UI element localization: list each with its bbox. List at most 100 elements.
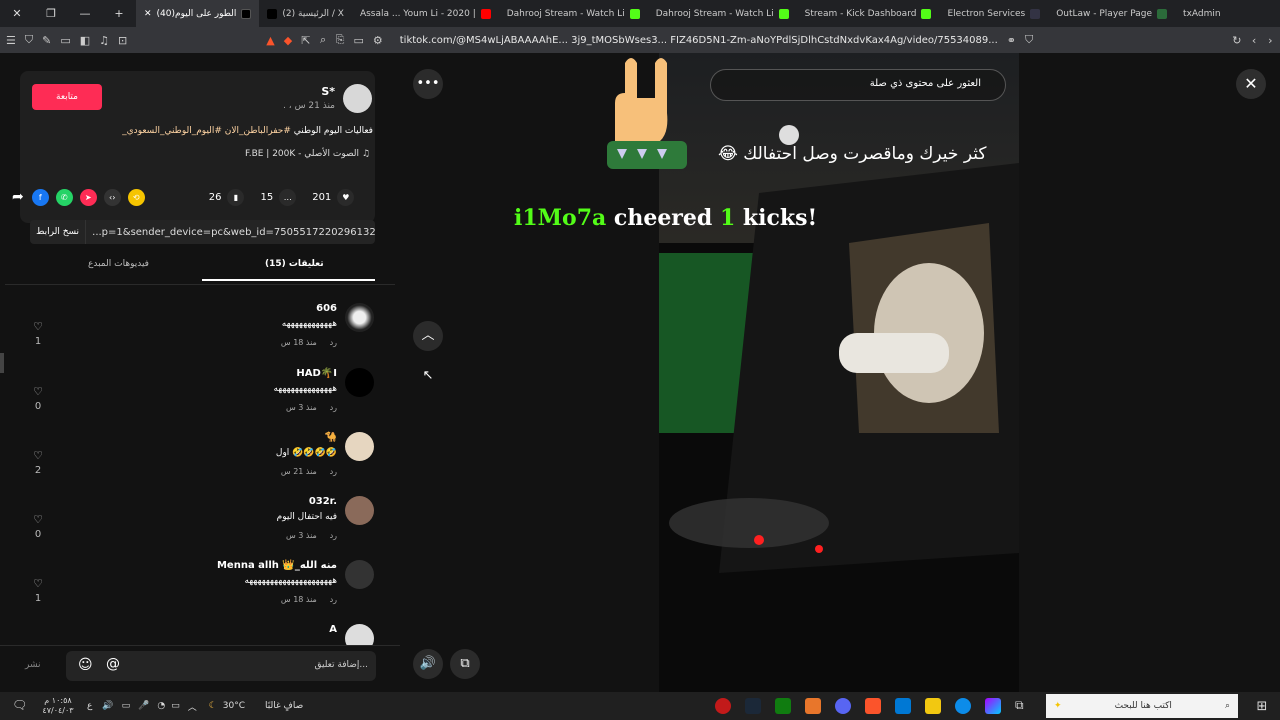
reply-button[interactable]: رد <box>330 338 337 347</box>
commenter-name[interactable]: 032r. <box>309 496 337 507</box>
previous-video-icon[interactable]: ︿ <box>413 321 443 351</box>
back-icon[interactable]: ‹ <box>1250 34 1257 47</box>
send-to-friends-icon[interactable]: ➤ <box>79 188 97 206</box>
commenter-avatar[interactable] <box>345 368 374 397</box>
reply-button[interactable]: رد <box>330 467 337 476</box>
comment-input[interactable]: إضافة تعليق... <box>314 660 368 670</box>
commenter-name[interactable]: HAD🌴I <box>296 368 337 379</box>
reload-icon[interactable]: ↻ <box>1232 34 1241 47</box>
close-icon[interactable]: ✕ <box>1236 69 1266 99</box>
rewards-icon[interactable]: ◆ <box>284 34 292 47</box>
minimize-window-icon[interactable]: — <box>68 7 102 20</box>
search-icon[interactable]: ⌕ <box>319 33 326 47</box>
post-comment-button[interactable]: نشر <box>25 660 41 670</box>
commenter-name[interactable]: 606 <box>316 303 337 314</box>
edge-icon[interactable] <box>955 698 971 714</box>
sidebar-icon[interactable]: ◧ <box>80 34 90 47</box>
link-icon[interactable]: ⚭ <box>1007 34 1016 47</box>
browser-tab[interactable]: Stream - Kick Dashboard <box>797 0 940 27</box>
tray-expand-icon[interactable]: ︿ <box>188 700 197 713</box>
app-icon[interactable] <box>805 698 821 714</box>
menu-icon[interactable]: ☰ <box>6 34 16 47</box>
repost-icon[interactable]: ⟲ <box>127 188 145 206</box>
browser-tab[interactable]: txAdmin <box>1175 0 1229 27</box>
brave-shield-icon[interactable]: ▲ <box>266 34 274 47</box>
wifi-icon[interactable]: ◔ <box>157 701 165 711</box>
heart-outline-icon[interactable]: ♡ <box>30 320 46 333</box>
brave-icon[interactable] <box>865 698 881 714</box>
copy-link-button[interactable]: نسخ الرابط <box>30 220 87 244</box>
author-avatar[interactable] <box>343 84 372 113</box>
tab-close-icon[interactable]: ✕ <box>144 9 152 19</box>
heart-icon[interactable]: ♥ <box>337 188 355 206</box>
forward-icon[interactable]: › <box>1267 34 1274 47</box>
follow-button[interactable]: متابعة <box>32 84 102 110</box>
app-icon[interactable] <box>715 698 731 714</box>
reply-button[interactable]: رد <box>330 531 337 540</box>
taskbar-search[interactable]: ✦ اكتب هنا للبحث ⌕ <box>1046 694 1238 718</box>
tab-comments[interactable]: (15) تعليقات <box>265 259 324 269</box>
commenter-name[interactable]: 🐪 <box>325 432 337 443</box>
share-arrow-icon[interactable]: ➦ <box>12 189 24 205</box>
copilot-icon[interactable] <box>985 698 1001 714</box>
wallet-icon[interactable]: ✎ <box>42 34 51 47</box>
more-options-icon[interactable]: ••• <box>413 69 443 99</box>
commenter-avatar[interactable] <box>345 303 374 332</box>
steam-icon[interactable] <box>745 698 761 714</box>
reply-button[interactable]: رد <box>330 403 337 412</box>
network-icon[interactable]: ▭ <box>122 701 131 711</box>
discord-icon[interactable] <box>835 698 851 714</box>
mic-icon[interactable]: 🎤 <box>138 701 149 711</box>
mention-icon[interactable]: @ <box>106 656 120 672</box>
browser-tab[interactable]: (2) الرئيسية / X <box>259 0 352 27</box>
commenter-name[interactable]: A <box>329 624 337 635</box>
language-indicator[interactable]: ع <box>87 701 92 711</box>
new-tab-icon[interactable]: + <box>102 7 136 20</box>
clock[interactable]: ١٠:٥٨ م ٤٧/٠٤/٠٣ <box>35 696 81 716</box>
browser-tab[interactable]: OutLaw - Player Page <box>1048 0 1175 27</box>
bookmark-icon[interactable]: ▮ <box>227 188 245 206</box>
commenter-avatar[interactable] <box>345 560 374 589</box>
share-icon[interactable]: ⇱ <box>301 34 310 47</box>
close-window-icon[interactable]: ✕ <box>0 7 34 20</box>
picture-in-picture-icon[interactable]: ⧉ <box>450 649 480 679</box>
heart-outline-icon[interactable]: ♡ <box>30 449 46 462</box>
address-bar[interactable]: tiktok.com/@MS4wLjABAAAAhE... 3j9_tMOSbW… <box>400 35 998 46</box>
reply-button[interactable]: رد <box>330 595 337 604</box>
tab-list-icon[interactable]: ▭ <box>60 34 70 47</box>
facebook-icon[interactable]: f <box>31 188 49 206</box>
translate-icon[interactable]: ⎘ <box>336 33 345 47</box>
notification-icon[interactable]: 🗨 <box>12 698 28 714</box>
caption-hashtags[interactable]: #حفرالباطن_الان #اليوم_الوطني_السعودي_ <box>122 126 291 136</box>
heart-outline-icon[interactable]: ♡ <box>30 385 46 398</box>
related-search-bar[interactable]: العثور على محتوى ذي صلة <box>710 69 1006 101</box>
volume-icon[interactable]: 🔊 <box>102 701 113 711</box>
start-icon[interactable]: ⊞ <box>1250 694 1274 718</box>
outlook-icon[interactable] <box>895 698 911 714</box>
volume-icon[interactable]: 🔊 <box>413 649 443 679</box>
music-icon[interactable]: ♫ <box>99 34 109 47</box>
weather-icon[interactable]: ☾ <box>209 701 217 711</box>
restore-window-icon[interactable]: ❐ <box>34 7 68 20</box>
xbox-icon[interactable] <box>775 698 791 714</box>
battery-icon[interactable]: ▭ <box>171 701 180 711</box>
heart-outline-icon[interactable]: ♡ <box>30 577 46 590</box>
commenter-name[interactable]: Menna allh 👑_منه الله <box>217 560 337 571</box>
browser-tab[interactable]: Dahrooj Stream - Watch Li <box>499 0 648 27</box>
shield-icon[interactable]: ⛉ <box>25 33 33 47</box>
comment-icon[interactable]: … <box>279 188 297 206</box>
share-link[interactable]: ...p=1&sender_device=pc&web_id=750551722… <box>86 227 375 238</box>
site-info-icon[interactable]: ⚙ <box>373 34 383 47</box>
task-view-icon[interactable]: ⧉ <box>1015 698 1031 714</box>
tab-creator-videos[interactable]: فيديوهات المبدع <box>88 259 149 269</box>
author-name[interactable]: S* <box>321 85 335 98</box>
commenter-avatar[interactable] <box>345 432 374 461</box>
screenshot-icon[interactable]: ⊡ <box>118 34 127 47</box>
cast-icon[interactable]: ▭ <box>353 34 363 47</box>
bookmark-icon[interactable]: ⛉ <box>1025 33 1033 47</box>
whatsapp-icon[interactable]: ✆ <box>55 188 73 206</box>
commenter-avatar[interactable] <box>345 496 374 525</box>
heart-outline-icon[interactable]: ♡ <box>30 513 46 526</box>
browser-tab[interactable]: Dahrooj Stream - Watch Li <box>648 0 797 27</box>
comment-scrollbar[interactable] <box>0 353 4 373</box>
